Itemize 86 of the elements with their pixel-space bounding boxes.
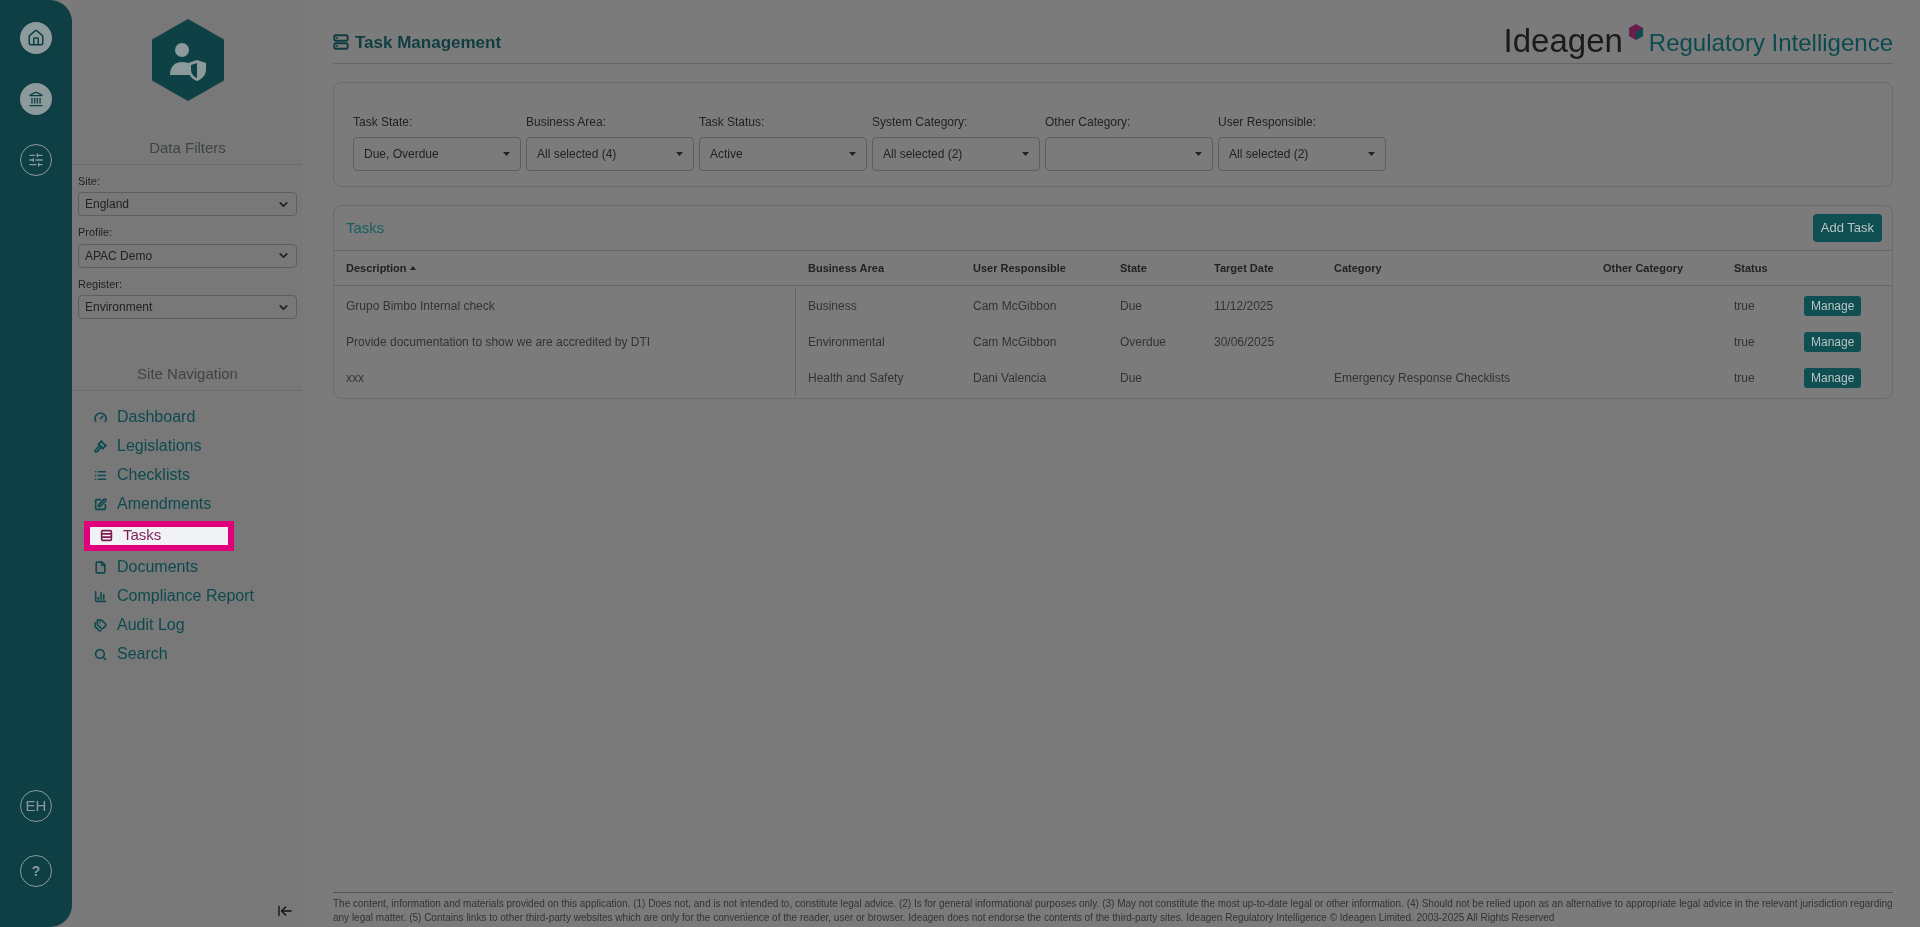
column-header[interactable]: Status — [1734, 259, 1768, 277]
dropdown-select[interactable]: England — [78, 192, 297, 216]
caret-icon — [1022, 152, 1029, 156]
table-cell-text: 30/06/2025 — [1214, 334, 1275, 351]
filter-label: Register: — [78, 276, 123, 292]
product-name: Regulatory Intelligence — [1648, 31, 1893, 55]
caret-icon — [503, 152, 510, 156]
filter-label: Other Category: — [1045, 114, 1131, 131]
column-header[interactable]: Target Date — [1214, 259, 1274, 277]
table-cell-text: Emergency Response Checklists — [1334, 370, 1511, 387]
caret-icon — [1195, 152, 1202, 156]
nav-item[interactable]: Amendments — [94, 491, 303, 517]
table-cell-text: Health and Safety — [808, 370, 904, 387]
nav-item[interactable]: Tasks — [84, 520, 234, 551]
pen-square-icon — [94, 497, 107, 511]
search-icon — [94, 647, 107, 661]
column-header[interactable]: Business Area — [808, 259, 885, 277]
filter-label: Site: — [78, 173, 100, 189]
table-cell-text: Overdue — [1120, 334, 1167, 351]
legal-disclaimer: The content, information and materials provided on this application. (1) Does not, and is not intended to, constitute legal advice. (2) Is for general informational purposes only. (3) May not constitute the most up-to-date legal or other information. (4) Should not be relied upon as an alternative to appropriate legal advice in the relevant jurisdiction regarding any legal matter. (5) Contains links to other third-party websites which are only for the convenience of the reader, user or browser. Ideagen does not endorse the contents of the third-party sites. Ideagen Regulatory Intelligence © Ideagen Limited. 2003-2025 All Rights Reserved — [333, 897, 1893, 925]
file-icon — [94, 560, 107, 574]
table-cell-text: xxx — [346, 370, 364, 387]
filter-label: Task Status: — [699, 114, 765, 131]
table-cell-text: Due — [1120, 370, 1142, 387]
filter-label: User Responsible: — [1218, 114, 1317, 131]
collapse-icon[interactable] — [277, 903, 293, 919]
table-cell-text: true — [1734, 334, 1755, 351]
list-icon — [94, 468, 107, 482]
filter-label: Task State: — [353, 114, 413, 131]
bar-chart-icon — [94, 589, 107, 603]
rows-icon — [100, 529, 113, 542]
table-cell-text: Provide documentation to show we are accredited by DTI — [346, 334, 651, 351]
table-cell-text: Due — [1120, 298, 1142, 315]
nav-item[interactable]: Checklists — [94, 462, 303, 488]
multiselect-dropdown[interactable]: Due, Overdue — [353, 137, 521, 171]
nav-item[interactable]: Compliance Report — [94, 583, 303, 609]
tags-icon — [94, 618, 107, 632]
table-cell-text: Environmental — [808, 334, 885, 351]
caret-icon — [676, 152, 683, 156]
building-button[interactable] — [20, 83, 52, 115]
multiselect-dropdown[interactable]: All selected (2) — [872, 137, 1040, 171]
caret-icon — [1368, 152, 1375, 156]
cube-logo-icon — [1628, 24, 1643, 40]
manage-button[interactable]: Manage — [1804, 332, 1862, 352]
nav-item[interactable]: Legislations — [94, 433, 303, 459]
column-header[interactable]: Category — [1334, 259, 1382, 277]
table-cell-text: Business — [808, 298, 857, 315]
multiselect-dropdown[interactable]: Active — [699, 137, 867, 171]
nav-item[interactable]: Documents — [94, 554, 303, 580]
home-button[interactable] — [20, 22, 52, 54]
nav-item[interactable]: Dashboard — [94, 404, 303, 430]
card-title: Tasks — [346, 217, 385, 238]
filter-label: Business Area: — [526, 114, 607, 131]
table-cell-text: Cam McGibbon — [973, 334, 1057, 351]
table-cell-text: true — [1734, 298, 1755, 315]
section-title: Site Navigation — [137, 364, 238, 384]
caret-icon — [849, 152, 856, 156]
table-cell-text: 11/12/2025 — [1214, 298, 1274, 315]
brand-name: Ideagen — [1503, 24, 1623, 57]
gavel-icon — [94, 439, 107, 453]
add-task-button[interactable]: Add Task — [1812, 214, 1882, 242]
dropdown-select[interactable]: Environment — [78, 295, 297, 319]
column-header[interactable]: Description — [346, 259, 407, 277]
nav-item[interactable]: Search — [94, 641, 303, 667]
building-icon — [28, 91, 44, 107]
nav-item[interactable]: Audit Log — [94, 612, 303, 638]
table-cell-text: true — [1734, 370, 1755, 387]
sliders-icon — [28, 152, 44, 168]
multiselect-dropdown[interactable]: All selected (2) — [1218, 137, 1386, 171]
manage-button[interactable]: Manage — [1804, 296, 1862, 316]
table-cell-text: Cam McGibbon — [973, 298, 1057, 315]
filter-label: System Category: — [872, 114, 968, 131]
filter-label: Profile: — [78, 225, 113, 240]
dropdown-select[interactable]: APAC Demo — [78, 243, 297, 268]
manage-button[interactable]: Manage — [1804, 368, 1862, 388]
section-title: Data Filters — [149, 138, 226, 158]
column-header[interactable]: State — [1120, 259, 1147, 277]
multiselect-dropdown[interactable]: All selected (4) — [526, 137, 694, 171]
table-cell-text: Dani Valencia — [973, 370, 1047, 387]
page-title-icon — [333, 34, 349, 51]
table-cell-text: Grupo Bimbo Internal check — [346, 298, 495, 315]
column-header[interactable]: Other Category — [1603, 259, 1684, 277]
column-header[interactable]: User Responsible — [973, 259, 1066, 277]
gauge-icon — [94, 410, 107, 424]
page-title: Task Management — [355, 31, 502, 54]
home-icon — [27, 29, 45, 47]
